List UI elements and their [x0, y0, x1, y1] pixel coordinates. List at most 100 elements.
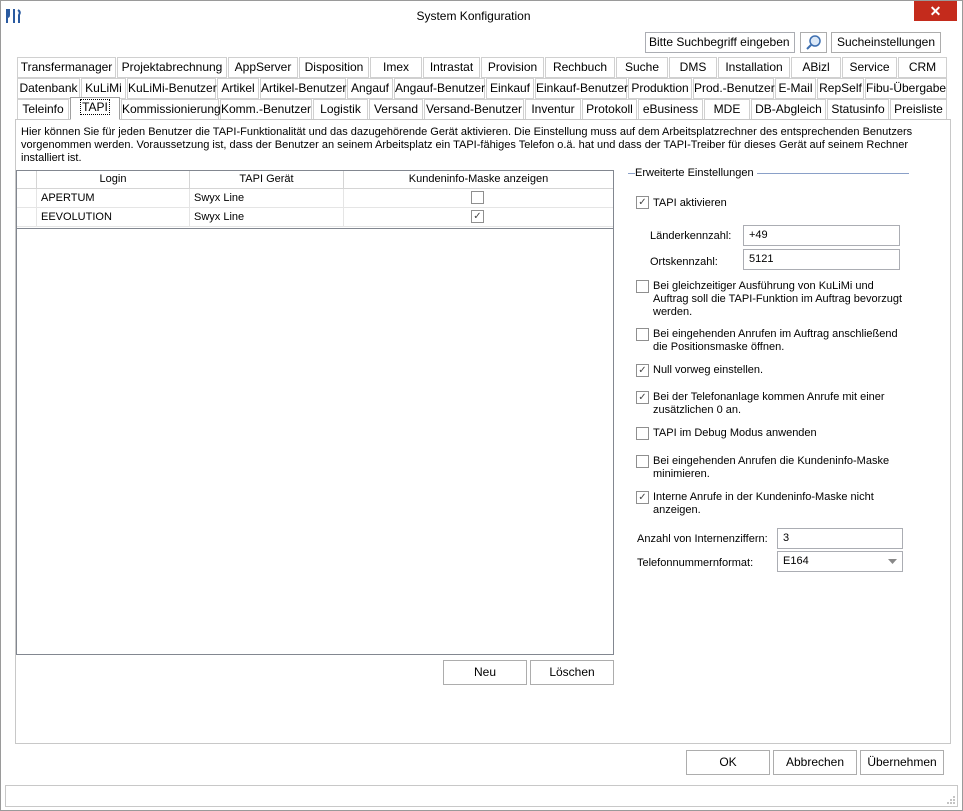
option-line: Auftrag soll die TAPI-Funktion im Auftra…: [653, 293, 903, 305]
tab-datenbank[interactable]: Datenbank: [17, 78, 80, 99]
tab-produktion[interactable]: Produktion: [628, 78, 692, 99]
show-mask-checkbox[interactable]: [471, 191, 484, 204]
column-header-tapi-device[interactable]: TAPI Gerät: [190, 171, 344, 189]
debug-mode-checkbox[interactable]: [636, 427, 649, 440]
tab-preisliste[interactable]: Preisliste: [890, 99, 947, 120]
table-cell-device[interactable]: Swyx Line: [190, 189, 344, 208]
table-cell-login[interactable]: APERTUM: [37, 189, 190, 208]
close-button[interactable]: ✕: [914, 1, 957, 21]
tab-dms[interactable]: DMS: [669, 57, 717, 78]
tab-fibu-uebergabe[interactable]: Fibu-Übergabe: [865, 78, 947, 99]
new-button[interactable]: Neu: [443, 660, 527, 685]
chevron-down-icon: [888, 559, 897, 564]
tab-ebusiness[interactable]: eBusiness: [638, 99, 703, 120]
tab-inventur[interactable]: Inventur: [525, 99, 581, 120]
tab-projektabrechnung[interactable]: Projektabrechnung: [117, 57, 227, 78]
tab-artikel-benutzer[interactable]: Artikel-Benutzer: [260, 78, 346, 99]
area-code-field[interactable]: 5121: [743, 249, 900, 270]
table-cell-show-mask: ✓: [344, 208, 613, 227]
column-header-login[interactable]: Login: [37, 171, 190, 189]
tapi-active-label: TAPI aktivieren: [653, 197, 727, 209]
tab-versand-benutzer[interactable]: Versand-Benutzer: [424, 99, 524, 120]
option-line: anzeigen.: [653, 504, 701, 516]
search-settings-button[interactable]: Sucheinstellungen: [831, 32, 941, 53]
tab-prod-benutzer[interactable]: Prod.-Benutzer: [693, 78, 775, 99]
show-mask-checkbox[interactable]: ✓: [471, 210, 484, 223]
tab-service[interactable]: Service: [842, 57, 897, 78]
tab-transfermanager[interactable]: Transfermanager: [17, 57, 116, 78]
tapi-active-checkbox[interactable]: ✓: [636, 196, 649, 209]
tab-angauf-benutzer[interactable]: Angauf-Benutzer: [394, 78, 485, 99]
tab-abizl[interactable]: ABizl: [791, 57, 841, 78]
cancel-button[interactable]: Abbrechen: [773, 750, 857, 775]
tab-logistik[interactable]: Logistik: [313, 99, 368, 120]
tab-intrastat[interactable]: Intrastat: [423, 57, 480, 78]
hide-internal-calls-checkbox[interactable]: ✓: [636, 491, 649, 504]
tab-db-abgleich[interactable]: DB-Abgleich: [751, 99, 826, 120]
option-line: Bei der Telefonanlage kommen Anrufe mit …: [653, 391, 885, 403]
tab-mde[interactable]: MDE: [704, 99, 750, 120]
open-position-mask-checkbox[interactable]: [636, 328, 649, 341]
tab-suche[interactable]: Suche: [616, 57, 668, 78]
tab-teleinfo[interactable]: Teleinfo: [17, 99, 69, 120]
tab-installation[interactable]: Installation: [718, 57, 790, 78]
internal-digits-field[interactable]: 3: [777, 528, 903, 549]
tab-repself[interactable]: RepSelf: [817, 78, 864, 99]
tab-kulimi[interactable]: KuLiMi: [81, 78, 126, 99]
tab-statusinfo[interactable]: Statusinfo: [827, 99, 889, 120]
tab-artikel[interactable]: Artikel: [217, 78, 259, 99]
tab-disposition[interactable]: Disposition: [299, 57, 369, 78]
tab-versand[interactable]: Versand: [369, 99, 423, 120]
area-code-label: Ortskennzahl:: [650, 256, 718, 268]
resize-grip-icon[interactable]: [946, 795, 956, 805]
tab-kulimi-benutzer[interactable]: KuLiMi-Benutzer: [127, 78, 217, 99]
status-bar: [5, 785, 958, 807]
extra-zero-checkbox[interactable]: ✓: [636, 391, 649, 404]
row-selector[interactable]: [17, 189, 37, 208]
option-line: die Positionsmaske öffnen.: [653, 341, 785, 353]
title-bar: System Konfiguration: [1, 1, 962, 30]
internal-digits-label: Anzahl von Internenziffern:: [637, 533, 768, 545]
ok-button[interactable]: OK: [686, 750, 770, 775]
tab-tapi[interactable]: TAPI: [70, 97, 120, 120]
open-position-mask-label: Bei eingehenden Anrufen im Auftrag ansch…: [653, 328, 898, 354]
tab-imex[interactable]: Imex: [370, 57, 422, 78]
search-input[interactable]: Bitte Suchbegriff eingeben: [645, 32, 795, 53]
tab-email[interactable]: E-Mail: [775, 78, 816, 99]
leading-zero-label: Null vorweg einstellen.: [653, 364, 764, 376]
country-code-label: Länderkennzahl:: [650, 230, 732, 242]
tab-crm[interactable]: CRM: [898, 57, 947, 78]
tab-angauf[interactable]: Angauf: [347, 78, 393, 99]
option-line: werden.: [653, 306, 693, 318]
close-icon: ✕: [929, 3, 942, 19]
minimize-mask-checkbox[interactable]: [636, 455, 649, 468]
user-grid: Login TAPI Gerät Kundeninfo-Maske anzeig…: [16, 170, 614, 655]
tab-provision[interactable]: Provision: [481, 57, 544, 78]
tab-komm-benutzer[interactable]: Komm.-Benutzer: [220, 99, 312, 120]
description-text: Hier können Sie für jeden Benutzer die T…: [21, 126, 913, 164]
option-line: minimieren.: [653, 468, 710, 480]
prefer-tapi-in-order-checkbox[interactable]: [636, 280, 649, 293]
phone-format-select[interactable]: E164: [777, 551, 903, 572]
tab-einkauf[interactable]: Einkauf: [486, 78, 534, 99]
option-line: Interne Anrufe in der Kundeninfo-Maske n…: [653, 491, 874, 503]
tab-kommissionierung[interactable]: Kommissionierung: [121, 99, 221, 120]
search-button[interactable]: [800, 32, 827, 53]
table-cell-device[interactable]: Swyx Line: [190, 208, 344, 227]
advanced-settings-title: Erweiterte Einstellungen: [635, 167, 757, 179]
leading-zero-checkbox[interactable]: ✓: [636, 364, 649, 377]
tab-einkauf-benutzer[interactable]: Einkauf-Benutzer: [535, 78, 628, 99]
table-cell-login[interactable]: EEVOLUTION: [37, 208, 190, 227]
country-code-field[interactable]: +49: [743, 225, 900, 246]
option-line: Bei gleichzeitiger Ausführung von KuLiMi…: [653, 280, 874, 292]
search-icon: [806, 35, 821, 50]
option-line: Bei eingehenden Anrufen die Kundeninfo-M…: [653, 455, 890, 467]
row-selector[interactable]: [17, 208, 37, 227]
delete-button[interactable]: Löschen: [530, 660, 614, 685]
tab-rechbuch[interactable]: Rechbuch: [545, 57, 615, 78]
tab-protokoll[interactable]: Protokoll: [582, 99, 637, 120]
tab-appserver[interactable]: AppServer: [228, 57, 298, 78]
grid-rows-end-line: [17, 228, 613, 229]
apply-button[interactable]: Übernehmen: [860, 750, 944, 775]
column-header-show-mask[interactable]: Kundeninfo-Maske anzeigen: [344, 171, 613, 189]
